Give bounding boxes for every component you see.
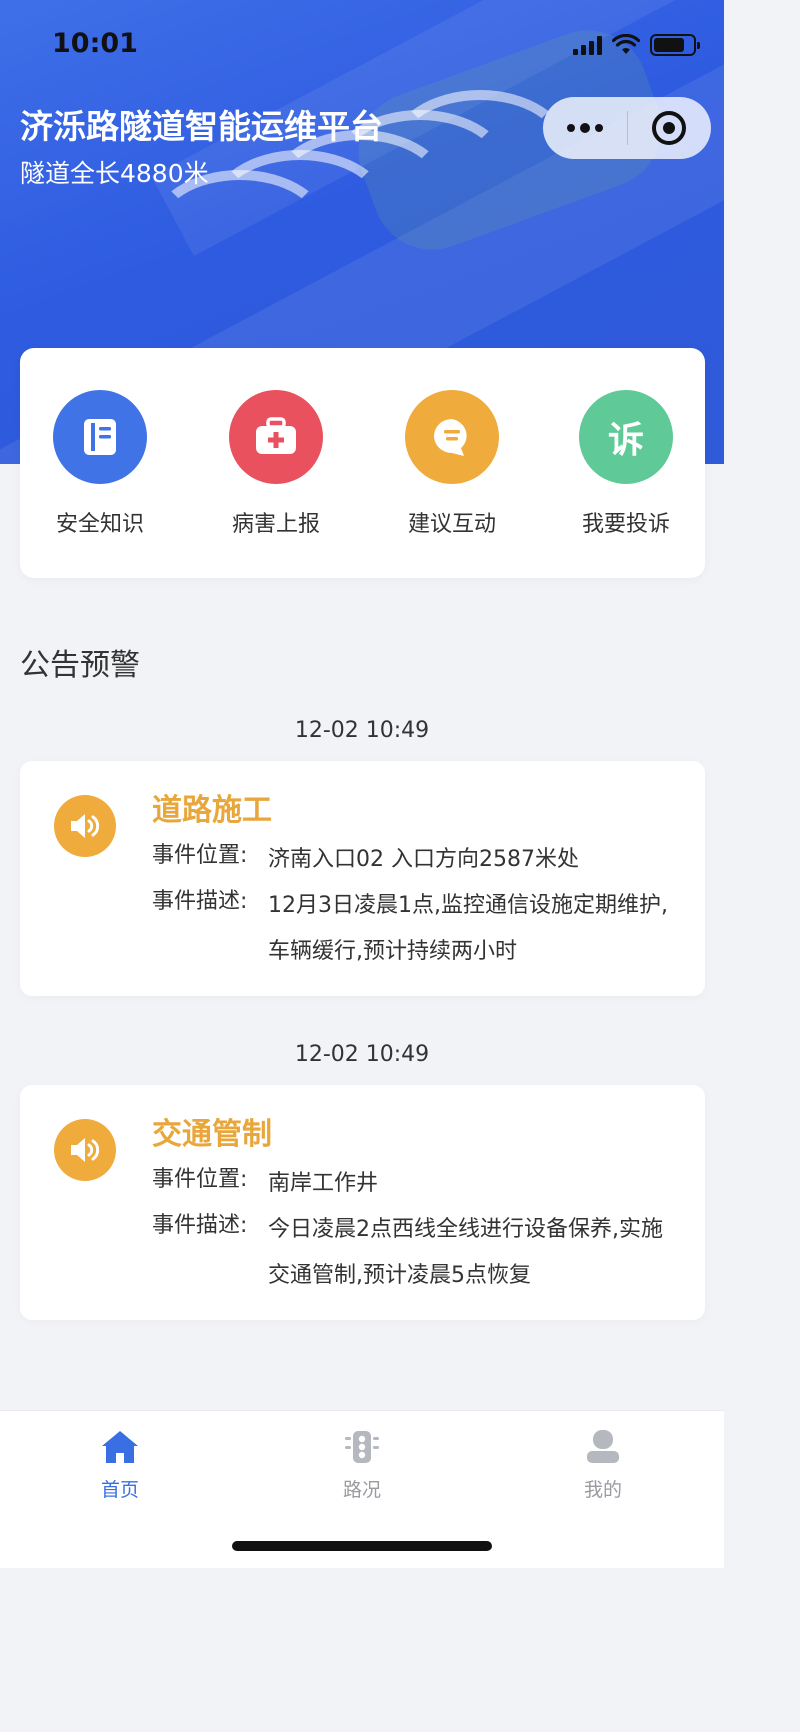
target-icon <box>652 111 687 145</box>
medical-kit-icon <box>229 390 323 484</box>
user-icon <box>587 1430 619 1463</box>
dot-icon <box>579 123 590 133</box>
menu-item-label: 安全知识 <box>55 512 144 537</box>
battery-icon <box>650 34 700 56</box>
dot-icon <box>594 124 603 132</box>
menu-item-suggestion[interactable]: 建议互动 <box>382 390 522 538</box>
notice-title: 交通管制 <box>152 1117 272 1152</box>
chat-bubble-icon <box>405 390 499 484</box>
menu-item-report-defect[interactable]: 病害上报 <box>206 390 346 538</box>
status-time: 10:01 <box>52 28 138 59</box>
description-value: 12月3日凌晨1点,监控通信设施定期维护,车辆缓行,预计持续两小时 <box>268 893 668 964</box>
dot-icon <box>566 124 575 132</box>
menu-item-label: 我要投诉 <box>581 512 670 537</box>
notice-description-row: 事件描述: 今日凌晨2点西线全线进行设备保养,实施交通管制,预计凌晨5点恢复 <box>152 1207 678 1299</box>
description-label: 事件描述: <box>152 889 248 914</box>
quick-menu-card: 安全知识 病害上报 建议互动 诉 我要投诉 <box>20 348 705 578</box>
location-value: 南岸工作井 <box>268 1171 379 1196</box>
location-label: 事件位置: <box>152 1167 248 1192</box>
tab-mine[interactable]: 我的 <box>543 1429 663 1502</box>
page-subtitle: 隧道全长4880米 <box>20 159 209 188</box>
menu-item-complaint[interactable]: 诉 我要投诉 <box>556 390 696 538</box>
notice-card[interactable]: 道路施工 事件位置: 济南入口02 入口方向2587米处 事件描述: 12月3日… <box>20 761 705 996</box>
close-mini-program-button[interactable] <box>628 97 712 159</box>
tab-label: 首页 <box>100 1479 139 1501</box>
more-options-button[interactable] <box>543 97 627 159</box>
location-value: 济南入口02 入口方向2587米处 <box>268 847 579 872</box>
menu-item-label: 病害上报 <box>231 512 320 537</box>
notice-location-row: 事件位置: 南岸工作井 <box>152 1161 678 1207</box>
status-icons <box>573 34 700 56</box>
description-label: 事件描述: <box>152 1213 248 1238</box>
mini-program-capsule <box>543 97 711 159</box>
menu-item-label: 建议互动 <box>407 512 496 537</box>
notice-location-row: 事件位置: 济南入口02 入口方向2587米处 <box>152 837 678 883</box>
traffic-light-icon <box>345 1431 379 1463</box>
description-value: 今日凌晨2点西线全线进行设备保养,实施交通管制,预计凌晨5点恢复 <box>268 1217 663 1288</box>
cellular-signal-icon <box>573 35 602 55</box>
tab-traffic[interactable]: 路况 <box>302 1429 422 1502</box>
notice-title: 道路施工 <box>152 793 272 828</box>
speaker-icon <box>54 1119 116 1181</box>
speaker-icon <box>54 795 116 857</box>
menu-item-safety-knowledge[interactable]: 安全知识 <box>30 390 170 538</box>
notice-timestamp: 12-02 10:49 <box>294 718 430 743</box>
tab-label: 路况 <box>342 1479 381 1501</box>
complain-icon: 诉 <box>579 390 673 484</box>
status-bar: 10:01 <box>0 0 724 88</box>
book-icon <box>53 390 147 484</box>
home-icon <box>102 1431 138 1463</box>
complain-glyph: 诉 <box>607 420 644 461</box>
wifi-icon <box>612 34 640 54</box>
tab-label: 我的 <box>583 1479 622 1501</box>
section-title-announcements: 公告预警 <box>20 648 140 683</box>
home-indicator <box>232 1541 492 1551</box>
page-title: 济泺路隧道智能运维平台 <box>20 107 383 146</box>
notice-card[interactable]: 交通管制 事件位置: 南岸工作井 事件描述: 今日凌晨2点西线全线进行设备保养,… <box>20 1085 705 1320</box>
notice-timestamp: 12-02 10:49 <box>294 1042 430 1067</box>
notice-description-row: 事件描述: 12月3日凌晨1点,监控通信设施定期维护,车辆缓行,预计持续两小时 <box>152 883 678 975</box>
tab-home[interactable]: 首页 <box>60 1429 180 1502</box>
location-label: 事件位置: <box>152 843 248 868</box>
